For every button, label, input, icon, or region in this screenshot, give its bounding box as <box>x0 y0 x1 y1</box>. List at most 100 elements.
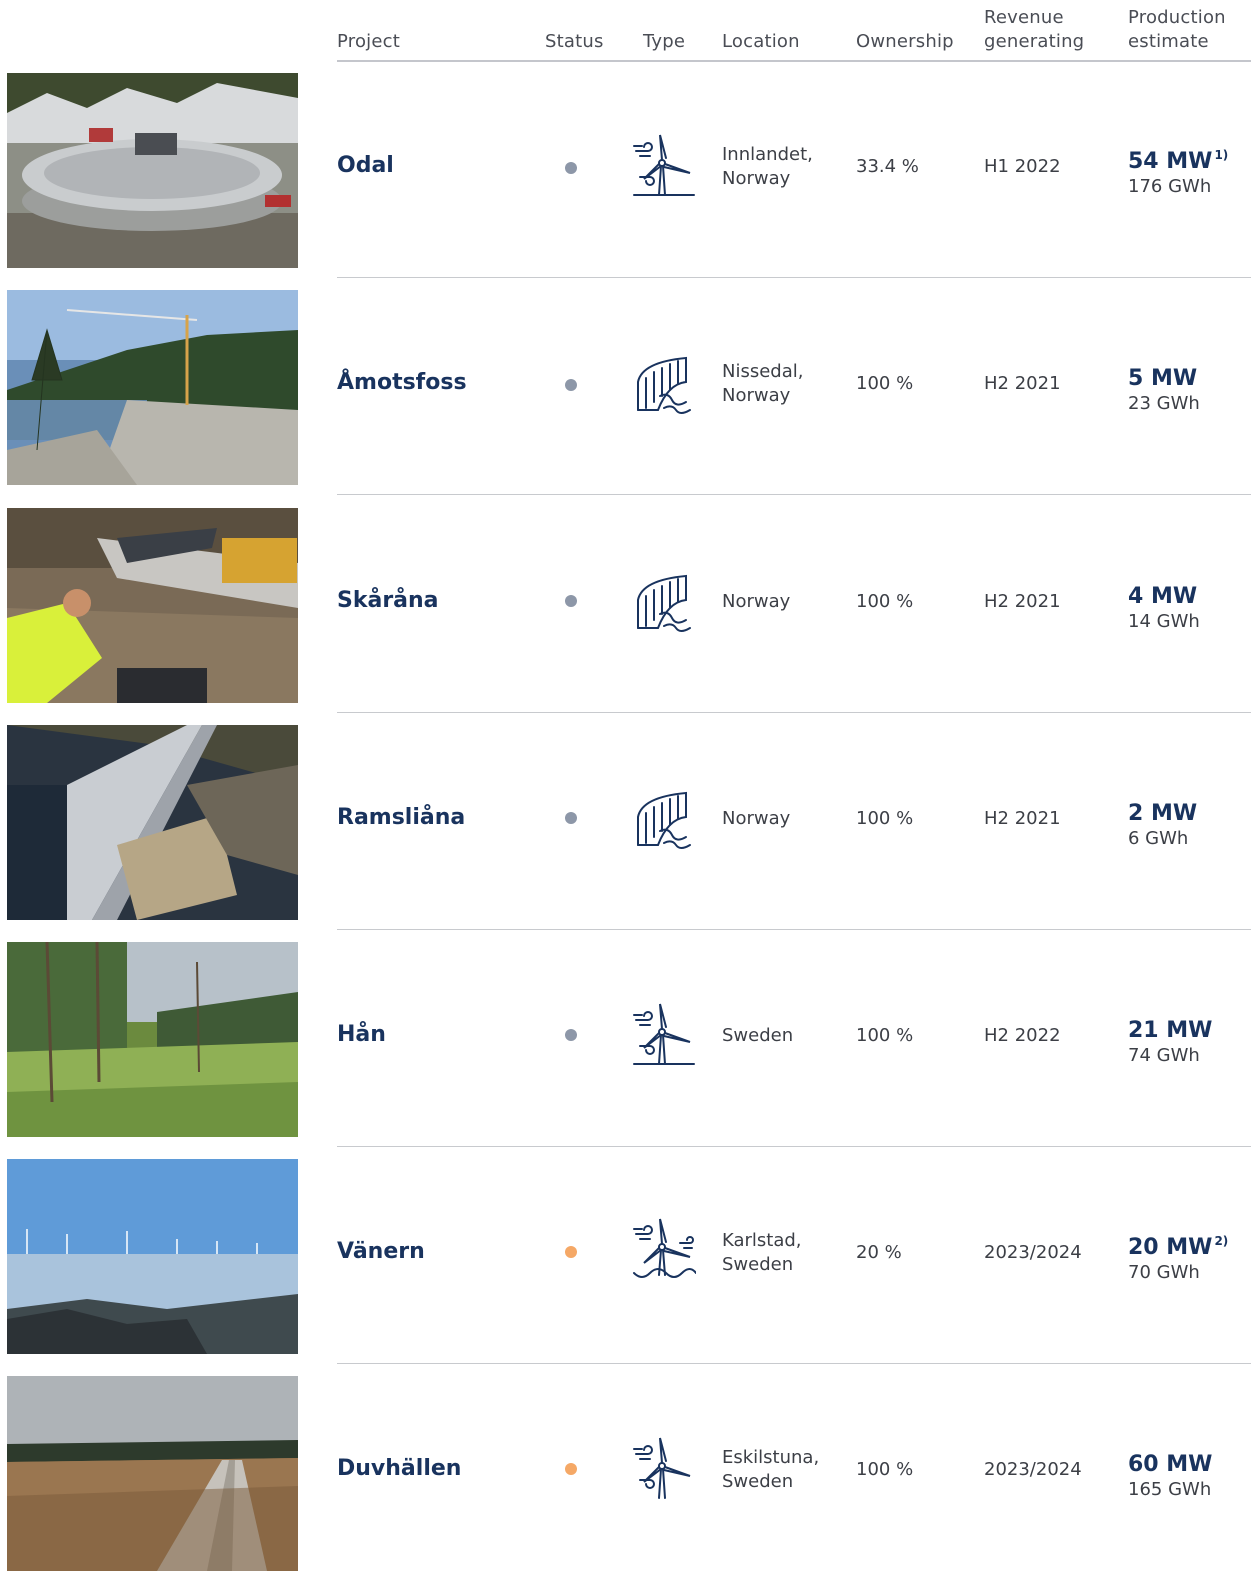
production-estimate: 5 MW 23 GWh <box>1128 359 1200 416</box>
capacity-value: 21 MW <box>1128 1018 1213 1043</box>
capacity-value: 4 MW <box>1128 584 1198 609</box>
location: Eskilstuna, Sweden <box>722 1447 820 1492</box>
table-row: Åmotsfoss Nissedal, Norway 100 % H2 2021… <box>0 290 1251 508</box>
ownership: 100 % <box>856 591 914 612</box>
row-divider <box>337 712 1251 713</box>
energy-gwh: 6 GWh <box>1128 828 1189 849</box>
capacity-mw: 60 MW <box>1128 1445 1214 1478</box>
table-row: Odal Innlandet, Norway 33.4 % H1 2022 54… <box>0 73 1251 291</box>
location: Norway <box>722 591 791 612</box>
revenue-generating: H2 2021 <box>984 808 1061 829</box>
capacity-mw: 54 MW 1) <box>1128 142 1228 175</box>
location: Innlandet, Norway <box>722 144 813 189</box>
row-divider <box>337 494 1251 495</box>
production-estimate: 21 MW 74 GWh <box>1128 1011 1214 1068</box>
revenue-generating: H2 2021 <box>984 591 1061 612</box>
ownership: 100 % <box>856 373 914 394</box>
status-dot <box>565 379 577 391</box>
footnote-marker: 2) <box>1214 1234 1229 1248</box>
hydropower-dam-icon <box>632 787 696 855</box>
project-photo-duvhallen <box>7 1376 298 1571</box>
header-location: Location <box>722 31 800 52</box>
ownership: 100 % <box>856 1025 914 1046</box>
table-row: Hån Sweden 100 % H2 2022 21 MW 74 GWh <box>0 942 1251 1160</box>
header-status: Status <box>545 31 604 52</box>
project-name: Odal <box>337 153 394 178</box>
capacity-mw: 21 MW <box>1128 1011 1214 1044</box>
status-dot <box>565 1029 577 1041</box>
header-revenue-line1: Revenue <box>984 7 1064 28</box>
ownership: 33.4 % <box>856 156 919 177</box>
row-divider <box>337 929 1251 930</box>
capacity-value: 2 MW <box>1128 801 1198 826</box>
project-name: Ramsliåna <box>337 805 466 830</box>
project-photo-amotsfoss <box>7 290 298 485</box>
row-divider <box>337 277 1251 278</box>
capacity-value: 54 MW <box>1128 149 1213 174</box>
capacity-value: 20 MW <box>1128 1235 1213 1260</box>
production-estimate: 4 MW 14 GWh <box>1128 577 1200 634</box>
table-row: Duvhällen Eskilstuna, Sweden 100 % 2023/… <box>0 1376 1251 1594</box>
energy-gwh: 14 GWh <box>1128 611 1200 632</box>
capacity-value: 5 MW <box>1128 366 1198 391</box>
ownership: 100 % <box>856 808 914 829</box>
footnote-marker: 1) <box>1214 148 1229 162</box>
header-production-line2: estimate <box>1128 31 1209 52</box>
table-row: Ramsliåna Norway 100 % H2 2021 2 MW 6 GW… <box>0 725 1251 943</box>
location: Sweden <box>722 1025 794 1046</box>
offshore-wind-turbine-icon <box>632 1217 697 1285</box>
capacity-mw: 20 MW 2) <box>1128 1228 1228 1261</box>
production-estimate: 60 MW 165 GWh <box>1128 1445 1214 1502</box>
status-dot <box>565 1463 577 1475</box>
status-dot <box>565 1246 577 1258</box>
revenue-generating: H2 2021 <box>984 373 1061 394</box>
revenue-generating: 2023/2024 <box>984 1459 1082 1480</box>
revenue-generating: H1 2022 <box>984 156 1061 177</box>
energy-gwh: 23 GWh <box>1128 393 1200 414</box>
location: Karlstad, Sweden <box>722 1230 802 1275</box>
header-revenue-line2: generating <box>984 31 1085 52</box>
header-rule <box>337 60 1251 62</box>
status-dot <box>565 812 577 824</box>
project-name: Vänern <box>337 1239 425 1264</box>
header-type: Type <box>643 31 686 52</box>
status-dot <box>565 162 577 174</box>
energy-gwh: 70 GWh <box>1128 1262 1200 1283</box>
project-name: Hån <box>337 1022 386 1047</box>
project-photo-han <box>7 942 298 1137</box>
revenue-generating: H2 2022 <box>984 1025 1061 1046</box>
header-production-line1: Production <box>1128 7 1226 28</box>
capacity-mw: 5 MW <box>1128 359 1200 392</box>
row-divider <box>337 1363 1251 1364</box>
production-estimate: 2 MW 6 GWh <box>1128 794 1199 851</box>
hydropower-dam-icon <box>632 570 696 638</box>
header-revenue: Revenue generating <box>984 6 1084 54</box>
capacity-mw: 4 MW <box>1128 577 1200 610</box>
production-estimate: 54 MW 1) 176 GWh <box>1128 142 1228 199</box>
ownership: 100 % <box>856 1459 914 1480</box>
status-dot <box>565 595 577 607</box>
capacity-mw: 2 MW <box>1128 794 1199 827</box>
project-photo-skarana <box>7 508 298 703</box>
revenue-generating: 2023/2024 <box>984 1242 1082 1263</box>
row-divider <box>337 1146 1251 1147</box>
energy-gwh: 165 GWh <box>1128 1479 1212 1500</box>
wind-turbine-icon <box>632 131 696 199</box>
table-header: Project Status Type Location Ownership R… <box>0 0 1251 62</box>
ownership: 20 % <box>856 1242 902 1263</box>
wind-turbine-icon <box>632 1434 696 1502</box>
header-production: Production estimate <box>1128 6 1226 54</box>
project-photo-ramsliana <box>7 725 298 920</box>
production-estimate: 20 MW 2) 70 GWh <box>1128 1228 1228 1285</box>
project-photo-odal <box>7 73 298 268</box>
project-photo-vanern <box>7 1159 298 1354</box>
wind-turbine-icon <box>632 1000 696 1068</box>
project-name: Duvhällen <box>337 1456 462 1481</box>
location: Nissedal, Norway <box>722 361 804 406</box>
table-row: Skåråna Norway 100 % H2 2021 4 MW 14 GWh <box>0 508 1251 726</box>
capacity-value: 60 MW <box>1128 1452 1213 1477</box>
hydropower-dam-icon <box>632 352 696 420</box>
location: Norway <box>722 808 791 829</box>
energy-gwh: 176 GWh <box>1128 176 1212 197</box>
project-name: Åmotsfoss <box>337 370 467 395</box>
